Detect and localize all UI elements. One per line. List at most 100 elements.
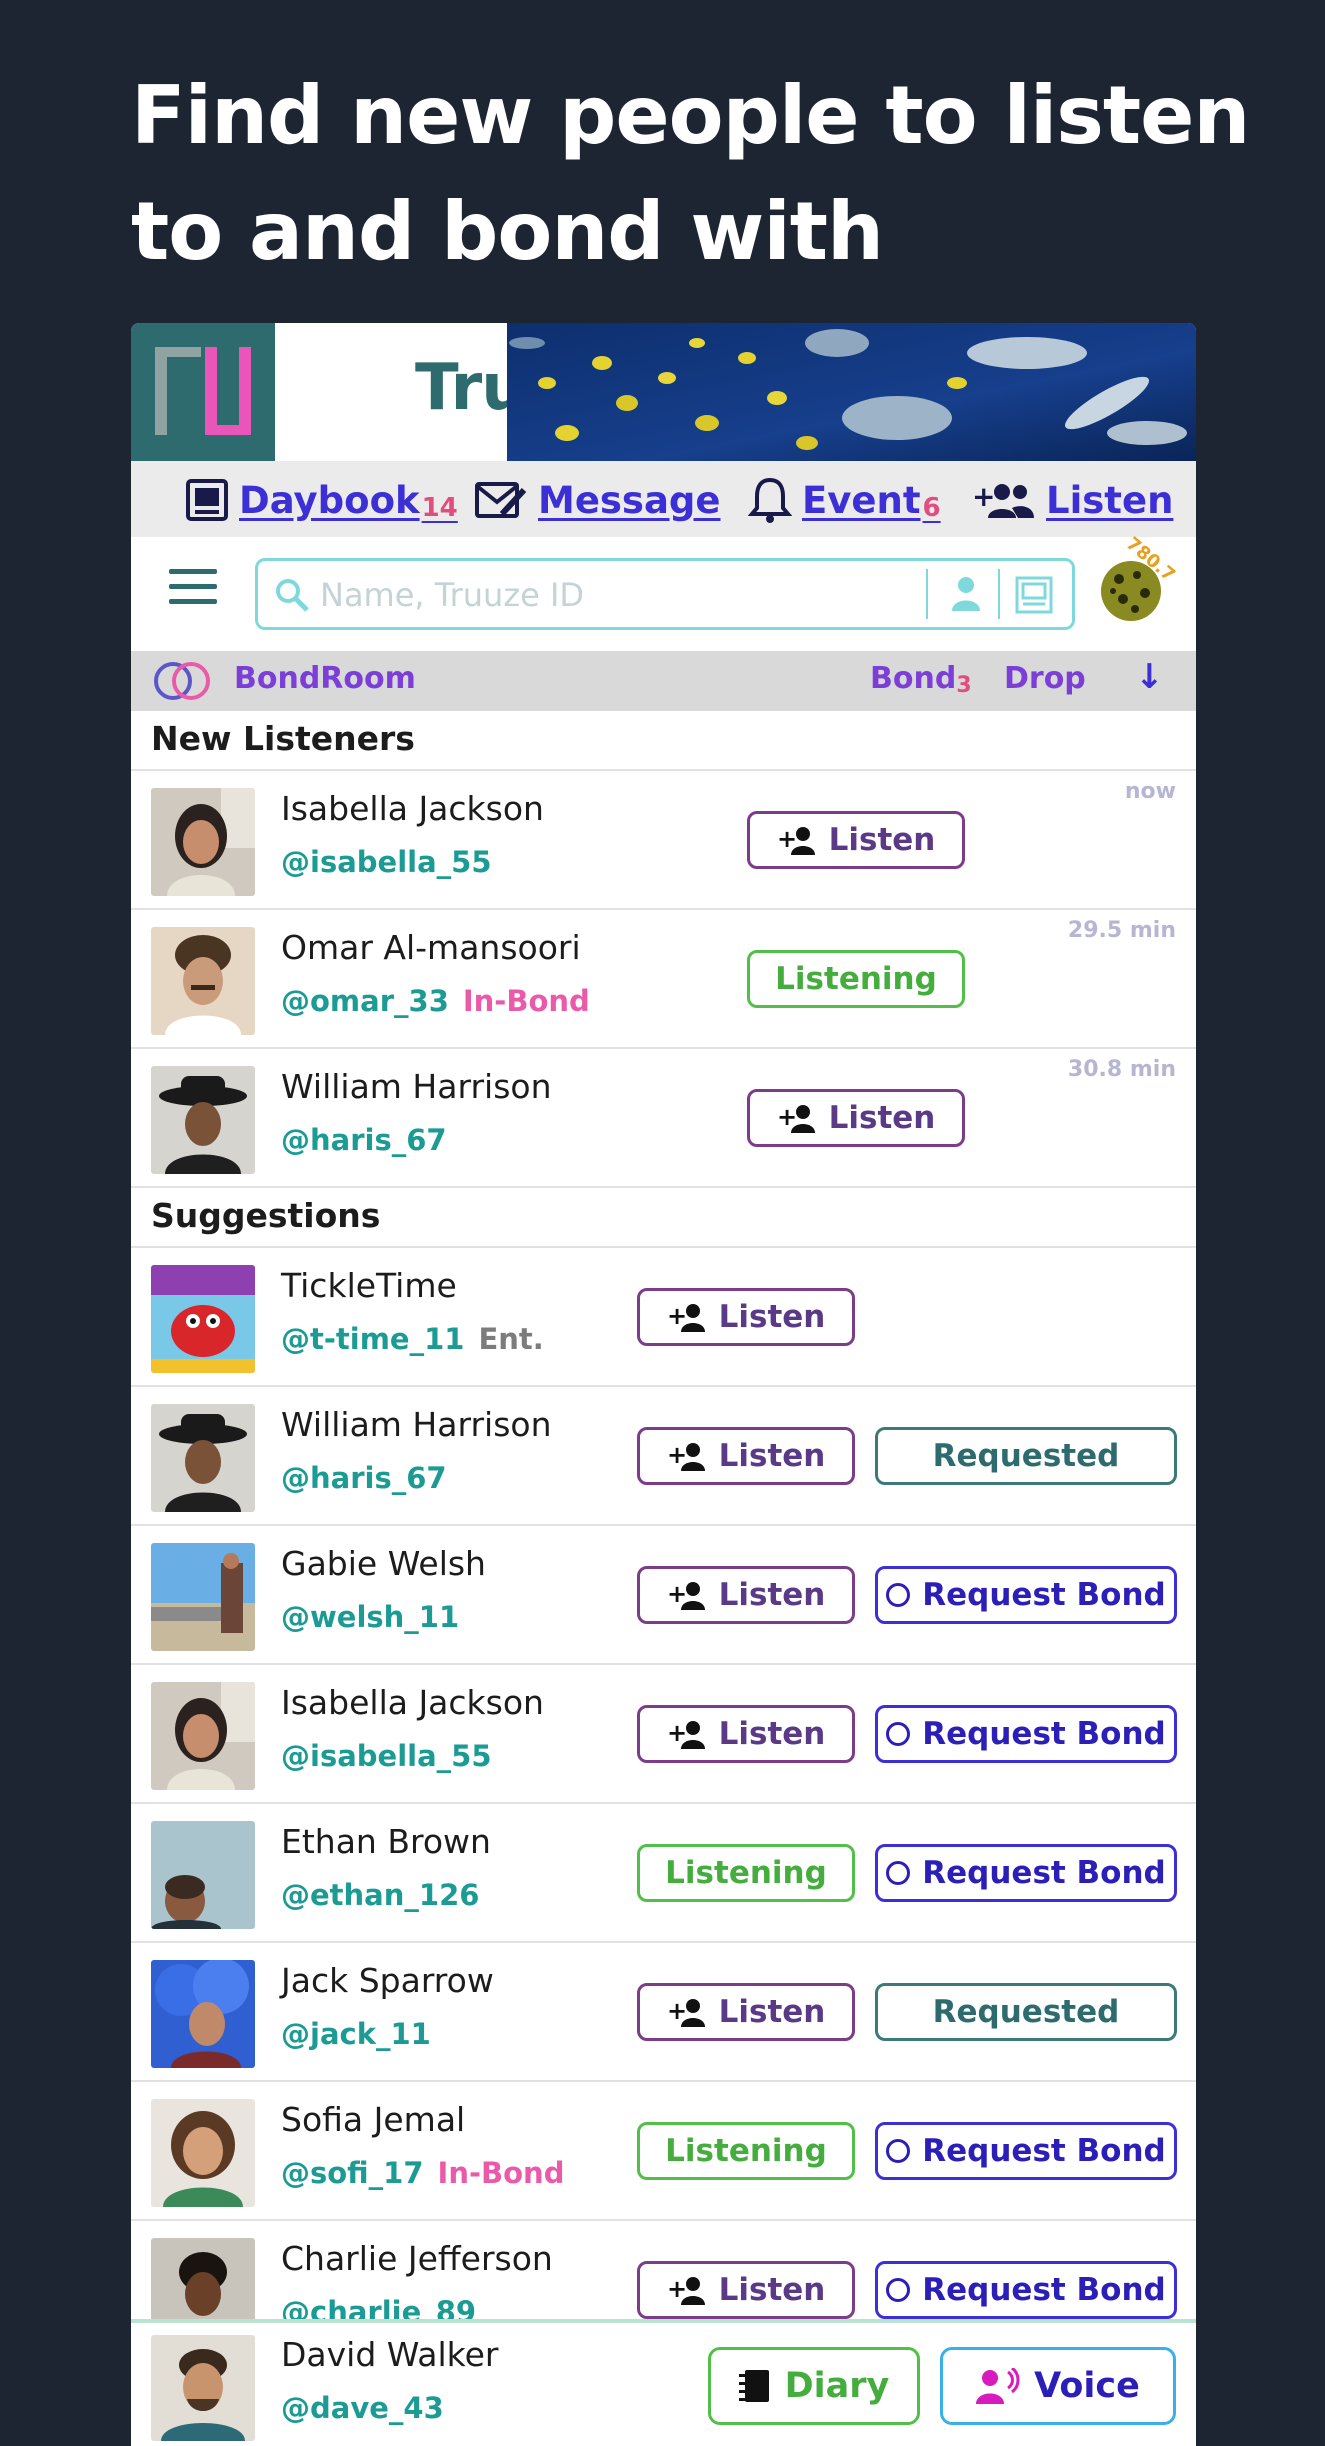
- list-item[interactable]: William Harrison @haris_67 30.8 min + Li…: [131, 1049, 1196, 1188]
- list-item[interactable]: Gabie Welsh @welsh_11 + Listen Request B…: [131, 1526, 1196, 1665]
- avatar[interactable]: [151, 1682, 255, 1790]
- listen-label: Listen: [718, 1577, 826, 1613]
- listen-button[interactable]: + Listen: [637, 1288, 855, 1346]
- list-item[interactable]: Ethan Brown @ethan_126 Listening Request…: [131, 1804, 1196, 1943]
- handle-text: @isabella_55: [281, 1739, 492, 1773]
- avatar[interactable]: [151, 788, 255, 896]
- avatar[interactable]: [151, 1543, 255, 1651]
- bond-filter[interactable]: Bond3: [870, 661, 972, 698]
- listen-button[interactable]: + Listen: [637, 1566, 855, 1624]
- requested-label: Requested: [932, 1994, 1120, 2030]
- search-input[interactable]: [320, 571, 920, 619]
- bondroom-title[interactable]: BondRoom: [234, 661, 416, 696]
- in-bond-badge: In-Bond: [462, 984, 590, 1018]
- requested-button[interactable]: Requested: [875, 1427, 1177, 1485]
- user-handle: @ethan_126: [281, 1878, 479, 1912]
- listening-label: Listening: [665, 2133, 827, 2169]
- listening-button[interactable]: Listening: [747, 950, 965, 1008]
- list-item[interactable]: Isabella Jackson @isabella_55 now + List…: [131, 771, 1196, 910]
- current-user-name: David Walker: [281, 2335, 499, 2374]
- list-item[interactable]: William Harrison @haris_67 + Listen Requ…: [131, 1387, 1196, 1526]
- listen-button[interactable]: + Listen: [637, 1427, 855, 1485]
- handle-text: @welsh_11: [281, 1600, 460, 1634]
- requested-button[interactable]: Requested: [875, 1983, 1177, 2041]
- listen-button[interactable]: + Listen: [637, 1983, 855, 2041]
- user-handle: @haris_67: [281, 1461, 447, 1495]
- search-divider: [998, 569, 1000, 619]
- aquarium-banner-image: [507, 323, 1196, 461]
- timestamp: 30.8 min: [1067, 1057, 1176, 1082]
- diary-icon: [738, 2370, 769, 2402]
- user-name: Sofia Jemal: [281, 2100, 466, 2139]
- nav-listen[interactable]: + Listen: [972, 475, 1173, 525]
- nav-message[interactable]: Message: [474, 475, 721, 525]
- handle-text: @haris_67: [281, 1123, 447, 1157]
- list-item[interactable]: TickleTime @t-time_11 Ent. + Listen: [131, 1248, 1196, 1387]
- listen-label: Listen: [718, 1299, 826, 1335]
- cookie-points-button[interactable]: 780.7: [1099, 533, 1179, 629]
- bond-count: 3: [956, 673, 972, 698]
- add-person-icon: +: [667, 1302, 705, 1332]
- person-search-icon[interactable]: [946, 573, 986, 613]
- add-person-icon: +: [667, 1997, 705, 2027]
- avatar[interactable]: [151, 1265, 255, 1373]
- hamburger-menu-icon[interactable]: [169, 569, 219, 609]
- listening-button[interactable]: Listening: [637, 1844, 855, 1902]
- avatar[interactable]: [151, 1066, 255, 1174]
- avatar[interactable]: [151, 2099, 255, 2207]
- avatar[interactable]: [151, 2335, 255, 2441]
- nav-event-count: 6: [922, 493, 941, 523]
- user-name: TickleTime: [281, 1266, 457, 1305]
- request-bond-button[interactable]: Request Bond: [875, 2261, 1177, 2319]
- add-person-icon: +: [667, 1580, 705, 1610]
- user-handle: @t-time_11 Ent.: [281, 1322, 544, 1356]
- headline: Find new people to listen to and bond wi…: [131, 69, 1250, 278]
- section-suggestions: Suggestions: [131, 1188, 1196, 1248]
- request-bond-button[interactable]: Request Bond: [875, 1705, 1177, 1763]
- voice-label: Voice: [1034, 2366, 1140, 2406]
- avatar[interactable]: [151, 1404, 255, 1512]
- drop-filter[interactable]: Drop: [1004, 661, 1086, 696]
- daybook-icon: [186, 479, 228, 521]
- circle-icon: [886, 1583, 911, 1607]
- avatar[interactable]: [151, 1960, 255, 2068]
- request-bond-button[interactable]: Request Bond: [875, 1844, 1177, 1902]
- nav-event[interactable]: Event 6: [748, 475, 941, 525]
- listening-button[interactable]: Listening: [637, 2122, 855, 2180]
- list-item[interactable]: Omar Al-mansoori @omar_33 In-Bond 29.5 mi…: [131, 910, 1196, 1049]
- user-handle: @jack_11: [281, 2017, 431, 2051]
- list-item[interactable]: Jack Sparrow @jack_11 + Listen Requested: [131, 1943, 1196, 2082]
- arrow-down-icon[interactable]: ↓: [1135, 657, 1164, 697]
- list-item[interactable]: Isabella Jackson @isabella_55 + Listen R…: [131, 1665, 1196, 1804]
- nav-listen-label: Listen: [1046, 478, 1174, 522]
- request-bond-button[interactable]: Request Bond: [875, 1566, 1177, 1624]
- daybook-search-icon[interactable]: [1014, 575, 1054, 615]
- avatar[interactable]: [151, 927, 255, 1035]
- user-name: Ethan Brown: [281, 1822, 491, 1861]
- listen-label: Listen: [718, 1438, 826, 1474]
- request-bond-button[interactable]: Request Bond: [875, 2122, 1177, 2180]
- app-screen: Truuze: [131, 323, 1196, 2446]
- voice-button[interactable]: Voice: [940, 2347, 1176, 2425]
- diary-button[interactable]: Diary: [708, 2347, 920, 2425]
- avatar[interactable]: [151, 1821, 255, 1929]
- listen-label: Listen: [828, 822, 936, 858]
- listen-label: Listen: [718, 1994, 826, 2030]
- user-name: Gabie Welsh: [281, 1544, 486, 1583]
- search-divider: [926, 569, 928, 619]
- listen-button[interactable]: + Listen: [637, 1705, 855, 1763]
- listen-button[interactable]: + Listen: [747, 1089, 965, 1147]
- circle-icon: [886, 2278, 911, 2302]
- nav-daybook-label: Daybook: [239, 478, 420, 522]
- user-handle: @haris_67: [281, 1123, 447, 1157]
- listen-button[interactable]: + Listen: [637, 2261, 855, 2319]
- circle-icon: [886, 1722, 911, 1746]
- nav-event-label: Event: [802, 478, 921, 522]
- user-name: Isabella Jackson: [281, 789, 544, 828]
- nav-daybook[interactable]: Daybook 14: [185, 475, 458, 525]
- handle-text: @ethan_126: [281, 1878, 480, 1912]
- list-item[interactable]: Sofia Jemal @sofi_17 In-Bond Listening Re…: [131, 2082, 1196, 2221]
- truuze-logo[interactable]: [131, 323, 275, 461]
- listen-button[interactable]: + Listen: [747, 811, 965, 869]
- listening-label: Listening: [775, 961, 937, 997]
